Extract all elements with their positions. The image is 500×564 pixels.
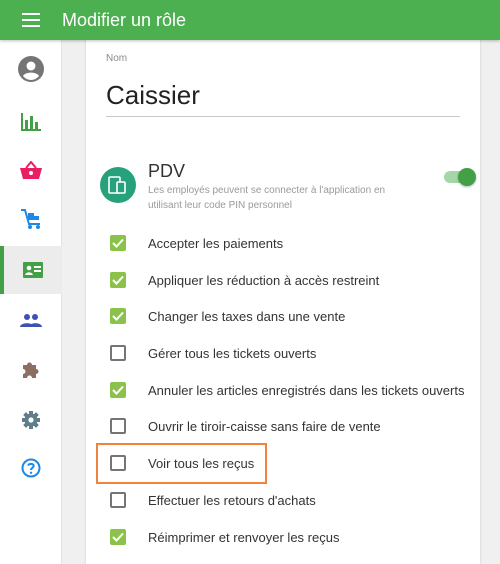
pdv-toggle[interactable] (444, 168, 476, 186)
devices-icon (108, 176, 126, 194)
sidebar-item-help[interactable] (0, 444, 62, 492)
cart-icon (21, 209, 40, 229)
permission-label: Voir tous les reçus (148, 455, 255, 471)
permission-void-saved-items[interactable]: Annuler les articles enregistrés dans le… (86, 372, 480, 408)
role-form-card: Nom Caissier PDV Les employés peuvent se… (86, 40, 480, 564)
permission-label: Accepter les paiements (148, 235, 284, 251)
permission-label: Appliquer les réduction à accès restrein… (148, 272, 380, 288)
permission-label: Effectuer les retours d'achats (148, 492, 316, 508)
checkbox-checked[interactable] (110, 272, 126, 288)
permission-change-taxes[interactable]: Changer les taxes dans une vente (86, 298, 480, 334)
permission-label: Annuler les articles enregistrés dans le… (148, 382, 465, 398)
pdv-description: Les employés peuvent se connecter à l'ap… (148, 185, 386, 211)
permission-reprint-receipts[interactable]: Réimprimer et renvoyer les reçus (86, 519, 480, 555)
sidebar-item-inventory[interactable] (0, 195, 62, 243)
basket-icon (20, 161, 42, 179)
people-icon (20, 314, 42, 327)
permission-manage-open-tickets[interactable]: Gérer tous les tickets ouverts (86, 335, 480, 371)
help-icon (21, 458, 41, 478)
sidebar-item-employees[interactable] (0, 246, 62, 294)
check-icon (112, 275, 124, 285)
checkbox-unchecked[interactable] (110, 418, 126, 434)
permission-label: Changer les taxes dans une vente (148, 308, 346, 324)
permission-label: Réimprimer et renvoyer les reçus (148, 529, 340, 545)
permission-open-cash-drawer[interactable]: Ouvrir le tiroir-caisse sans faire de ve… (86, 408, 480, 444)
checkbox-checked[interactable] (110, 308, 126, 324)
sidebar-item-items[interactable] (0, 146, 62, 194)
pdv-title: PDV (148, 161, 186, 181)
pdv-icon (100, 167, 136, 203)
name-field[interactable]: Caissier (106, 80, 200, 111)
checkbox-unchecked[interactable] (110, 492, 126, 508)
permission-apply-discounts[interactable]: Appliquer les réduction à accès restrein… (86, 262, 480, 298)
permission-accept-payments[interactable]: Accepter les paiements (86, 225, 480, 261)
sidebar-item-reports[interactable] (0, 98, 62, 146)
page-title: Modifier un rôle (62, 9, 187, 30)
checkbox-unchecked[interactable] (110, 345, 126, 361)
name-label: Nom (106, 53, 128, 64)
sidebar-item-profile[interactable] (0, 45, 62, 93)
permission-label: Gérer tous les tickets ouverts (148, 345, 317, 361)
checkbox-checked[interactable] (110, 235, 126, 251)
badge-icon (23, 262, 43, 278)
check-icon (112, 311, 124, 321)
sidebar-item-settings[interactable] (0, 396, 62, 444)
check-icon (112, 532, 124, 542)
sidebar-item-customers[interactable] (0, 296, 62, 344)
sidebar-item-integrations[interactable] (0, 346, 62, 394)
checkbox-unchecked[interactable] (110, 455, 126, 471)
puzzle-icon (23, 362, 39, 378)
check-icon (112, 385, 124, 395)
permission-view-all-receipts[interactable]: Voir tous les reçus (86, 445, 480, 481)
check-icon (112, 238, 124, 248)
app-header: Modifier un rôle (0, 0, 500, 40)
sidebar (0, 40, 62, 564)
checkbox-checked[interactable] (110, 382, 126, 398)
menu-icon (22, 13, 40, 27)
name-field-underline (106, 116, 460, 117)
account-circle-icon (18, 56, 44, 82)
bar-chart-icon (21, 113, 41, 131)
permission-perform-refunds[interactable]: Effectuer les retours d'achats (86, 482, 480, 518)
menu-button[interactable] (0, 0, 62, 40)
checkbox-checked[interactable] (110, 529, 126, 545)
permission-label: Ouvrir le tiroir-caisse sans faire de ve… (148, 418, 381, 434)
toggle-knob (458, 168, 476, 186)
gear-icon (22, 411, 40, 429)
